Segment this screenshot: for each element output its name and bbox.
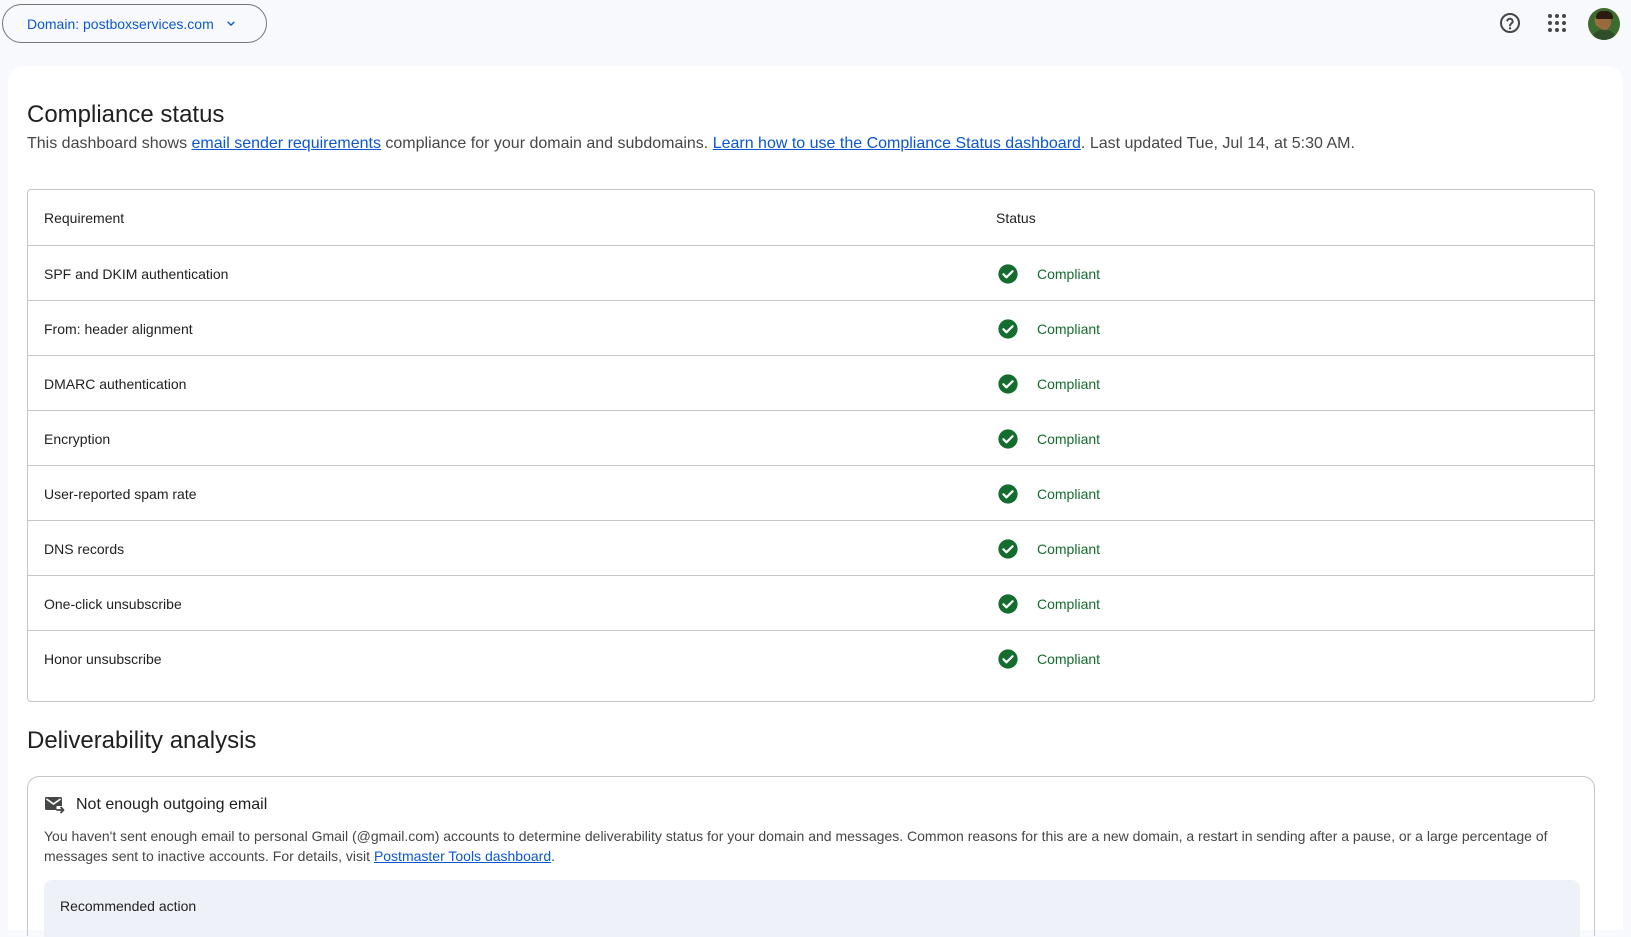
requirement-cell: One-click unsubscribe (44, 596, 182, 612)
check-circle-icon (997, 538, 1019, 560)
status-cell: Compliant (996, 246, 1100, 302)
deliverability-card-title-text: Not enough outgoing email (76, 796, 268, 813)
recommended-action-section: Recommended action (44, 880, 1580, 937)
status-text: Compliant (1037, 596, 1101, 612)
check-circle-icon (997, 263, 1019, 285)
deliverability-body: You haven't sent enough email to persona… (44, 826, 1584, 866)
deliverability-title: Deliverability analysis (27, 727, 257, 754)
chevron-down-icon (224, 17, 238, 31)
status-text: Compliant (1037, 486, 1101, 502)
compliance-title: Compliance status (27, 101, 225, 128)
requirement-cell: SPF and DKIM authentication (44, 266, 229, 282)
desc-suffix: . Last updated Tue, Jul 14, at 5:30 AM. (1080, 135, 1355, 152)
requirement-cell: DMARC authentication (44, 376, 187, 392)
status-cell: Compliant (996, 301, 1100, 357)
status-badge: Compliant (996, 648, 1100, 670)
table-row: SPF and DKIM authentication Compliant (28, 245, 1594, 302)
deliverability-card: Not enough outgoing email You haven't se… (27, 776, 1595, 937)
status-text: Compliant (1037, 431, 1101, 447)
top-bar: Domain: postboxservices.com (0, 0, 1631, 64)
email-sender-requirements-link[interactable]: email sender requirements (192, 135, 381, 152)
table-row: DMARC authentication Compliant (28, 355, 1594, 412)
requirement-cell: DNS records (44, 541, 125, 557)
status-badge: Compliant (996, 373, 1100, 395)
status-cell: Compliant (996, 356, 1100, 412)
check-circle-icon (997, 593, 1019, 615)
status-text: Compliant (1037, 541, 1101, 557)
status-cell: Compliant (996, 411, 1100, 467)
status-cell: Compliant (996, 576, 1100, 632)
status-text: Compliant (1037, 266, 1101, 282)
desc-prefix: This dashboard shows (27, 135, 192, 152)
status-text: Compliant (1037, 321, 1101, 337)
requirement-cell: From: header alignment (44, 321, 193, 337)
status-badge: Compliant (996, 428, 1100, 450)
status-text: Compliant (1037, 651, 1101, 667)
status-badge: Compliant (996, 538, 1100, 560)
domain-selector-button[interactable]: Domain: postboxservices.com (2, 4, 267, 43)
requirement-cell: Honor unsubscribe (44, 651, 162, 667)
requirement-cell: User-reported spam rate (44, 486, 197, 502)
table-row: User-reported spam rate Compliant (28, 465, 1594, 522)
header-requirement: Requirement (44, 210, 125, 226)
status-badge: Compliant (996, 263, 1100, 285)
check-circle-icon (997, 483, 1019, 505)
table-header-row: Requirement Status (28, 190, 1594, 247)
table-row: Honor unsubscribe Compliant (28, 630, 1594, 687)
status-badge: Compliant (996, 483, 1100, 505)
avatar-shirt (1592, 30, 1616, 40)
compliance-table: Requirement Status SPF and DKIM authenti… (27, 189, 1595, 702)
deliverability-card-title: Not enough outgoing email (44, 793, 267, 817)
mail-forward-icon (44, 795, 66, 815)
status-badge: Compliant (996, 318, 1100, 340)
status-cell: Compliant (996, 521, 1100, 577)
table-row: From: header alignment Compliant (28, 300, 1594, 357)
check-circle-icon (997, 318, 1019, 340)
compliance-description: This dashboard shows email sender requir… (27, 135, 1607, 153)
postmaster-tools-link[interactable]: Postmaster Tools dashboard (374, 848, 551, 864)
learn-dashboard-link[interactable]: Learn how to use the Compliance Status d… (713, 135, 1081, 152)
table-row: DNS records Compliant (28, 520, 1594, 577)
status-cell: Compliant (996, 631, 1100, 687)
header-status: Status (996, 210, 1036, 226)
desc-mid: compliance for your domain and subdomain… (380, 135, 713, 152)
deliverability-body-text: You haven't sent enough email to persona… (44, 828, 1548, 864)
table-row: One-click unsubscribe Compliant (28, 575, 1594, 632)
status-badge: Compliant (996, 593, 1100, 615)
avatar[interactable] (1588, 8, 1620, 40)
check-circle-icon (997, 648, 1019, 670)
help-icon[interactable] (1492, 5, 1528, 41)
domain-selector-label: Domain: postboxservices.com (27, 15, 214, 32)
status-text: Compliant (1037, 376, 1101, 392)
recommended-action-label: Recommended action (60, 898, 197, 914)
check-circle-icon (997, 373, 1019, 395)
apps-grid-icon[interactable] (1539, 5, 1575, 41)
requirement-cell: Encryption (44, 431, 111, 447)
table-row: Encryption Compliant (28, 410, 1594, 467)
deliverability-body-end: . (551, 848, 556, 864)
status-cell: Compliant (996, 466, 1100, 522)
avatar-hair (1596, 11, 1613, 19)
check-circle-icon (997, 428, 1019, 450)
